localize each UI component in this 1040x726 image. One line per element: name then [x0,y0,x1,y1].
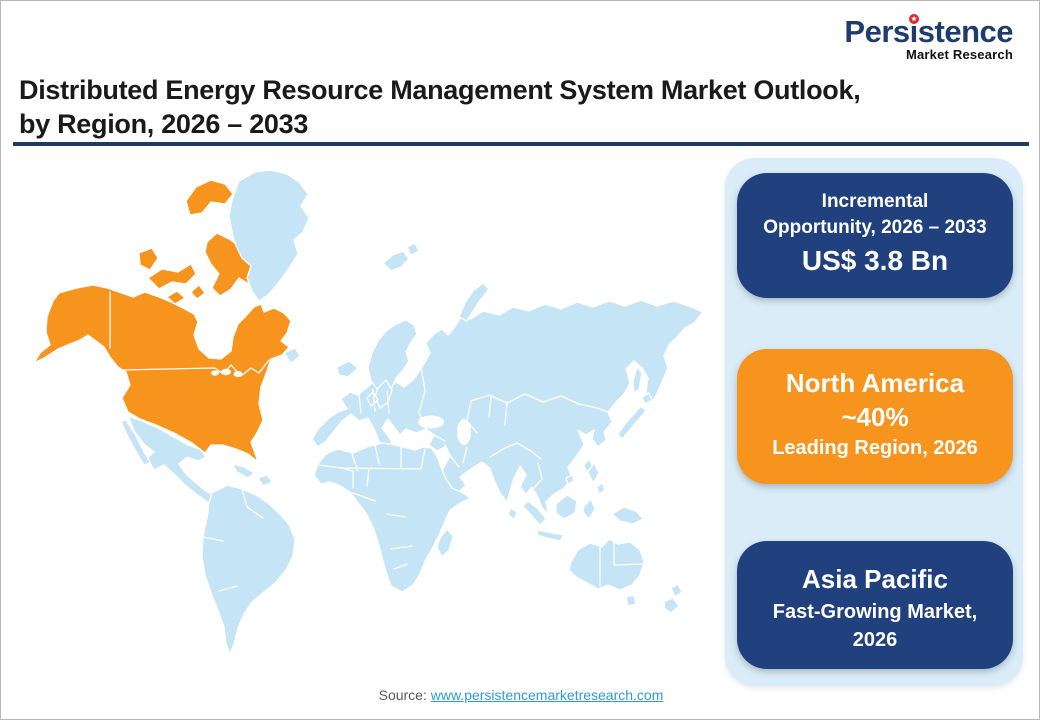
region-new-zealand-south [664,598,679,613]
region-new-guinea [612,507,643,524]
great-lake-3 [211,370,219,375]
region-svalbard [383,251,409,271]
card-asia-pacific: Asia Pacific Fast-Growing Market, 2026 [737,541,1013,669]
region-cuba [232,464,254,478]
infographic-page: { "logo": { "brand": "Persistence", "bra… [0,0,1040,720]
card-subtitle: Leading Region, 2026 [751,434,999,462]
stats-panel: Incremental Opportunity, 2026 – 2033 US$… [725,158,1023,686]
region-banks-island [139,248,158,270]
caspian-sea [457,419,471,445]
region-sulawesi [583,499,595,519]
region-hispaniola [258,475,272,486]
card-label-line2: Opportunity, 2026 – 2033 [751,215,999,241]
region-sri-lanka [508,508,517,520]
region-tasmania [626,595,636,606]
region-svalbard-2 [407,243,419,255]
source-line: Source: www.persistencemarketresearch.co… [1,687,1040,703]
region-sakhalin [633,367,642,393]
card-subtitle: Fast-Growing Market, 2026 [751,598,999,654]
great-lake-1 [221,369,231,375]
region-iceland [337,361,358,377]
card-north-america: North America ~40% Leading Region, 2026 [737,349,1013,484]
card-region-title: North America [751,367,999,400]
card-region-title: Asia Pacific [751,563,999,596]
region-arctic-islet-2 [191,285,205,299]
region-ellesmere-island [186,180,233,215]
region-new-zealand-north [671,584,682,597]
card-value: ~40% [751,400,999,434]
black-sea [418,416,444,429]
source-label: Source: [379,687,431,703]
source-link[interactable]: www.persistencemarketresearch.com [431,687,664,703]
region-java [537,530,564,541]
card-label-line1: Incremental [751,189,999,215]
great-lake-2 [234,371,243,377]
region-japan [618,406,646,439]
card-incremental-opportunity: Incremental Opportunity, 2026 – 2033 US$… [737,173,1013,298]
region-philippines-2 [597,483,605,494]
region-victoria-island [148,264,196,289]
card-value: US$ 3.8 Bn [751,244,999,278]
region-greenland [229,170,309,301]
region-borneo [556,495,577,519]
region-south-america [202,485,295,654]
